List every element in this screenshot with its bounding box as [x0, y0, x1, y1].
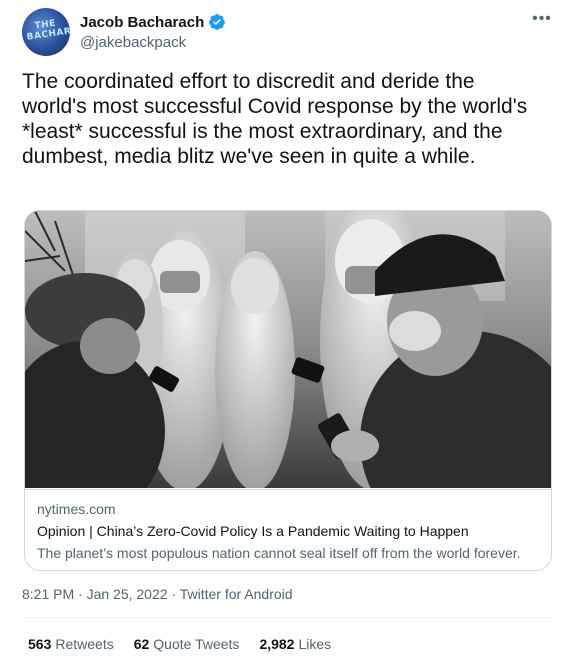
quotes-label: Quote Tweets [153, 636, 240, 652]
card-domain: nytimes.com [37, 501, 116, 517]
link-card[interactable]: nytimes.com Opinion | China’s Zero-Covid… [24, 210, 552, 571]
handle[interactable]: @jakebackpack [80, 34, 226, 51]
likes-stat[interactable]: 2,982 Likes [259, 636, 331, 652]
verified-badge-icon [209, 14, 226, 30]
tweet-header: THE BACHARACH Jacob Bacharach @jakebackp… [22, 8, 554, 56]
likes-label: Likes [298, 636, 332, 652]
card-description: The planet’s most populous nation cannot… [37, 545, 521, 561]
divider [22, 617, 554, 618]
quotes-count: 62 [133, 636, 150, 652]
author-names: Jacob Bacharach @jakebackpack [80, 12, 226, 51]
retweets-stat[interactable]: 563 Retweets [28, 636, 114, 652]
retweets-label: Retweets [55, 636, 114, 652]
card-info: nytimes.com Opinion | China’s Zero-Covid… [25, 489, 551, 570]
tweet-text: The coordinated effort to discredit and … [22, 70, 528, 168]
likes-count: 2,982 [259, 636, 295, 652]
avatar[interactable]: THE BACHARACH [22, 8, 70, 56]
article-photo [25, 211, 551, 488]
tweet: THE BACHARACH Jacob Bacharach @jakebackp… [0, 0, 576, 662]
engagement-stats: 563 Retweets 62 Quote Tweets 2,982 Likes [28, 636, 351, 652]
name-row: Jacob Bacharach [80, 12, 226, 32]
quote-tweets-stat[interactable]: 62 Quote Tweets [134, 636, 240, 652]
more-horizontal-icon[interactable]: ••• [530, 11, 554, 32]
timestamp[interactable]: 8:21 PM · Jan 25, 2022 · Twitter for And… [22, 586, 293, 602]
display-name[interactable]: Jacob Bacharach [80, 14, 204, 31]
avatar-logo-text: THE BACHARACH [26, 18, 70, 43]
card-title[interactable]: Opinion | China’s Zero-Covid Policy Is a… [37, 521, 541, 541]
retweets-count: 563 [28, 636, 52, 652]
